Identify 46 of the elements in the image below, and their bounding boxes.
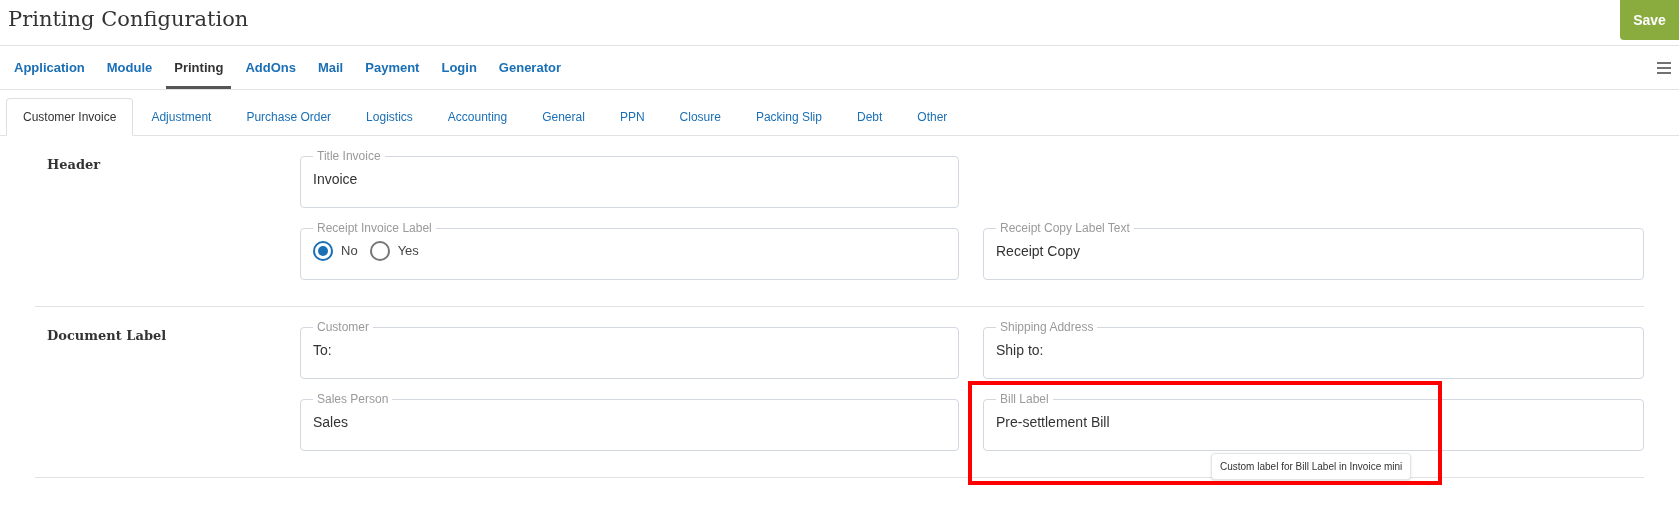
main-tab[interactable]: Generator (490, 46, 569, 89)
page-title: Printing Configuration (7, 6, 249, 33)
field-label: Bill Label (999, 393, 1050, 405)
sub-tab[interactable]: PPN (602, 98, 662, 136)
sub-tab[interactable]: Packing Slip (738, 98, 839, 136)
main-tab[interactable]: Printing (166, 46, 232, 89)
tooltip: Custom label for Bill Label in Invoice mini (1211, 453, 1412, 480)
sub-tab[interactable]: Customer Invoice (6, 98, 134, 136)
section-title: Document Label (47, 328, 167, 343)
sub-tab[interactable]: General (525, 98, 602, 136)
menu-icon[interactable] (1657, 61, 1671, 74)
sub-tab[interactable]: Logistics (349, 98, 430, 136)
main-tab[interactable]: Login (433, 46, 485, 89)
sub-tab[interactable]: Other (900, 98, 965, 136)
field-value: Pre-settlement Bill (996, 413, 1111, 432)
sub-tab[interactable]: Purchase Order (229, 98, 349, 136)
main-tab[interactable]: Mail (309, 46, 352, 89)
field-label: Title Invoice (316, 150, 382, 162)
field-value: Invoice (313, 170, 359, 189)
field-value: Sales (313, 413, 350, 432)
input-field[interactable]: Title Invoice Invoice (300, 150, 959, 208)
main-tab[interactable]: Module (98, 46, 161, 89)
input-field[interactable]: Customer To: (300, 321, 959, 379)
field-label: Receipt Invoice Label (316, 222, 433, 234)
input-field[interactable]: Sales Person Sales (300, 393, 959, 451)
input-field[interactable]: Bill Label Pre-settlement Bill (983, 393, 1644, 451)
main-tab[interactable]: Application (6, 46, 93, 89)
sub-tab[interactable]: Accounting (430, 98, 525, 136)
radio-option[interactable]: Yes (369, 241, 419, 261)
field-label: Sales Person (316, 393, 390, 405)
field-value: Receipt Copy (996, 242, 1082, 261)
radio-option[interactable]: No (313, 241, 358, 261)
sub-tab[interactable]: Debt (839, 98, 900, 136)
input-field[interactable]: Shipping Address Ship to: (983, 321, 1644, 379)
field-label: Customer (316, 321, 370, 333)
field-label: Receipt Copy Label Text (999, 222, 1131, 234)
input-field[interactable]: Receipt Invoice Label No Yes (300, 222, 959, 280)
field-value: Ship to: (996, 341, 1045, 360)
section-title: Header (47, 157, 101, 172)
sub-tab[interactable]: Adjustment (134, 98, 229, 136)
field-value: To: (313, 341, 333, 360)
field-label: Shipping Address (999, 321, 1095, 333)
input-field[interactable]: Receipt Copy Label Text Receipt Copy (983, 222, 1644, 280)
main-tab[interactable]: Payment (357, 46, 428, 89)
sub-tab[interactable]: Closure (662, 98, 738, 136)
main-tab[interactable]: AddOns (237, 46, 304, 89)
